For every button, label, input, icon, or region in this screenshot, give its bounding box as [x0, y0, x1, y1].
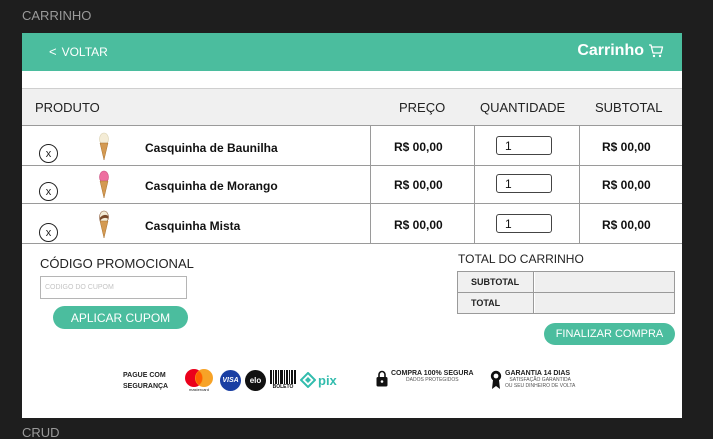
pay-label-line1: PAGUE COM	[123, 372, 166, 379]
remove-item-button[interactable]: x	[39, 144, 58, 163]
remove-item-button[interactable]: x	[39, 223, 58, 242]
visa-icon: VISA	[220, 369, 241, 391]
column-divider	[370, 164, 371, 204]
checkout-button[interactable]: FINALIZAR COMPRA	[544, 323, 675, 345]
page-title: Carrinho	[577, 42, 644, 59]
column-divider	[579, 204, 580, 244]
secure-purchase-badge: COMPRA 100% SEGURA DADOS PROTEGIDOS	[376, 370, 474, 387]
back-link[interactable]: < VOLTAR	[49, 44, 108, 59]
vanilla-cone-icon	[96, 131, 112, 166]
quantity-input[interactable]	[496, 136, 552, 155]
elo-icon: elo	[245, 369, 266, 391]
secure-subtitle: DADOS PROTEGIDOS	[406, 377, 459, 383]
cart-totals-table: SUBTOTAL TOTAL	[457, 271, 675, 314]
promo-title: CÓDIGO PROMOCIONAL	[40, 256, 194, 271]
page-title-block: Carrinho	[577, 42, 664, 60]
elo-text: elo	[249, 375, 262, 385]
remove-item-button[interactable]: x	[39, 182, 58, 201]
chevron-left-icon: <	[49, 44, 57, 59]
column-divider	[370, 204, 371, 244]
totals-total-value	[535, 293, 674, 313]
table-row: x Casquinha Mista R$ 00,00 R$ 00,00	[22, 204, 682, 244]
mixed-cone-icon	[96, 209, 112, 244]
table-row: x Casquinha de Baunilha R$ 00,00 R$ 00,0…	[22, 126, 682, 166]
secure-text: COMPRA 100% SEGURA DADOS PROTEGIDOS	[391, 370, 474, 387]
trust-footer: PAGUE COM SEGURANÇA mastercard VISA elo	[22, 363, 682, 403]
guarantee-text: GARANTIA 14 DIAS SATISFAÇÃO GARANTIDA OU…	[505, 370, 575, 390]
guarantee-subtitle-2: OU SEU DINHEIRO DE VOLTA	[505, 383, 576, 389]
payment-methods: mastercard VISA elo BOLETO pix	[182, 368, 337, 392]
header-produto: PRODUTO	[35, 100, 100, 115]
coupon-input[interactable]	[40, 276, 187, 299]
product-name: Casquinha Mista	[145, 219, 241, 233]
quantity-input[interactable]	[496, 214, 552, 233]
pix-text: pix	[318, 372, 337, 388]
frame-label-crud: CRUD	[22, 425, 60, 439]
header-bar: < VOLTAR Carrinho	[22, 33, 682, 71]
product-price: R$ 00,00	[394, 218, 443, 232]
product-subtotal: R$ 00,00	[602, 178, 651, 192]
product-name: Casquinha de Morango	[145, 179, 278, 193]
totals-total-label: TOTAL	[458, 293, 534, 313]
column-divider	[474, 204, 475, 244]
cart-page: < VOLTAR Carrinho PRODUTO PREÇO QUANTIDA…	[22, 33, 682, 418]
totals-subtotal-value	[535, 272, 674, 292]
column-divider	[474, 126, 475, 166]
header-quantidade: QUANTIDADE	[480, 100, 566, 115]
guarantee-title: GARANTIA 14 DIAS	[505, 370, 571, 377]
boleto-text: BOLETO	[272, 384, 294, 390]
totals-subtotal-label: SUBTOTAL	[458, 272, 534, 292]
table-row: x Casquinha de Morango R$ 00,00 R$ 00,00	[22, 164, 682, 204]
mastercard-text: mastercard	[188, 387, 209, 392]
cart-totals-title: TOTAL DO CARRINHO	[458, 252, 584, 266]
secure-title: COMPRA 100% SEGURA	[391, 370, 474, 377]
product-price: R$ 00,00	[394, 178, 443, 192]
header-subtotal: SUBTOTAL	[595, 100, 663, 115]
product-name: Casquinha de Baunilha	[145, 141, 278, 155]
column-divider	[474, 164, 475, 204]
strawberry-cone-icon	[96, 169, 112, 204]
table-header: PRODUTO PREÇO QUANTIDADE SUBTOTAL	[22, 88, 682, 126]
visa-text: VISA	[222, 376, 239, 384]
apply-coupon-button[interactable]: APLICAR CUPOM	[53, 306, 188, 329]
header-preco: PREÇO	[399, 100, 446, 115]
column-divider	[370, 126, 371, 166]
product-subtotal: R$ 00,00	[602, 218, 651, 232]
pay-label-line2: SEGURANÇA	[123, 383, 169, 390]
cart-icon	[648, 43, 664, 59]
lock-icon	[376, 370, 388, 387]
pay-safely-label: PAGUE COM SEGURANÇA	[123, 370, 168, 392]
quantity-input[interactable]	[496, 174, 552, 193]
medal-icon	[490, 370, 502, 389]
mastercard-icon: mastercard	[182, 368, 216, 392]
boleto-icon: BOLETO	[270, 370, 296, 390]
column-divider	[579, 126, 580, 166]
product-price: R$ 00,00	[394, 140, 443, 154]
totals-row-subtotal: SUBTOTAL	[458, 272, 674, 293]
column-divider	[579, 164, 580, 204]
totals-row-total: TOTAL	[458, 293, 674, 314]
back-label: VOLTAR	[61, 44, 108, 59]
guarantee-badge: GARANTIA 14 DIAS SATISFAÇÃO GARANTIDA OU…	[490, 370, 575, 390]
pix-icon: pix	[300, 372, 337, 388]
frame-label-carrinho: CARRINHO	[22, 8, 92, 23]
product-subtotal: R$ 00,00	[602, 140, 651, 154]
